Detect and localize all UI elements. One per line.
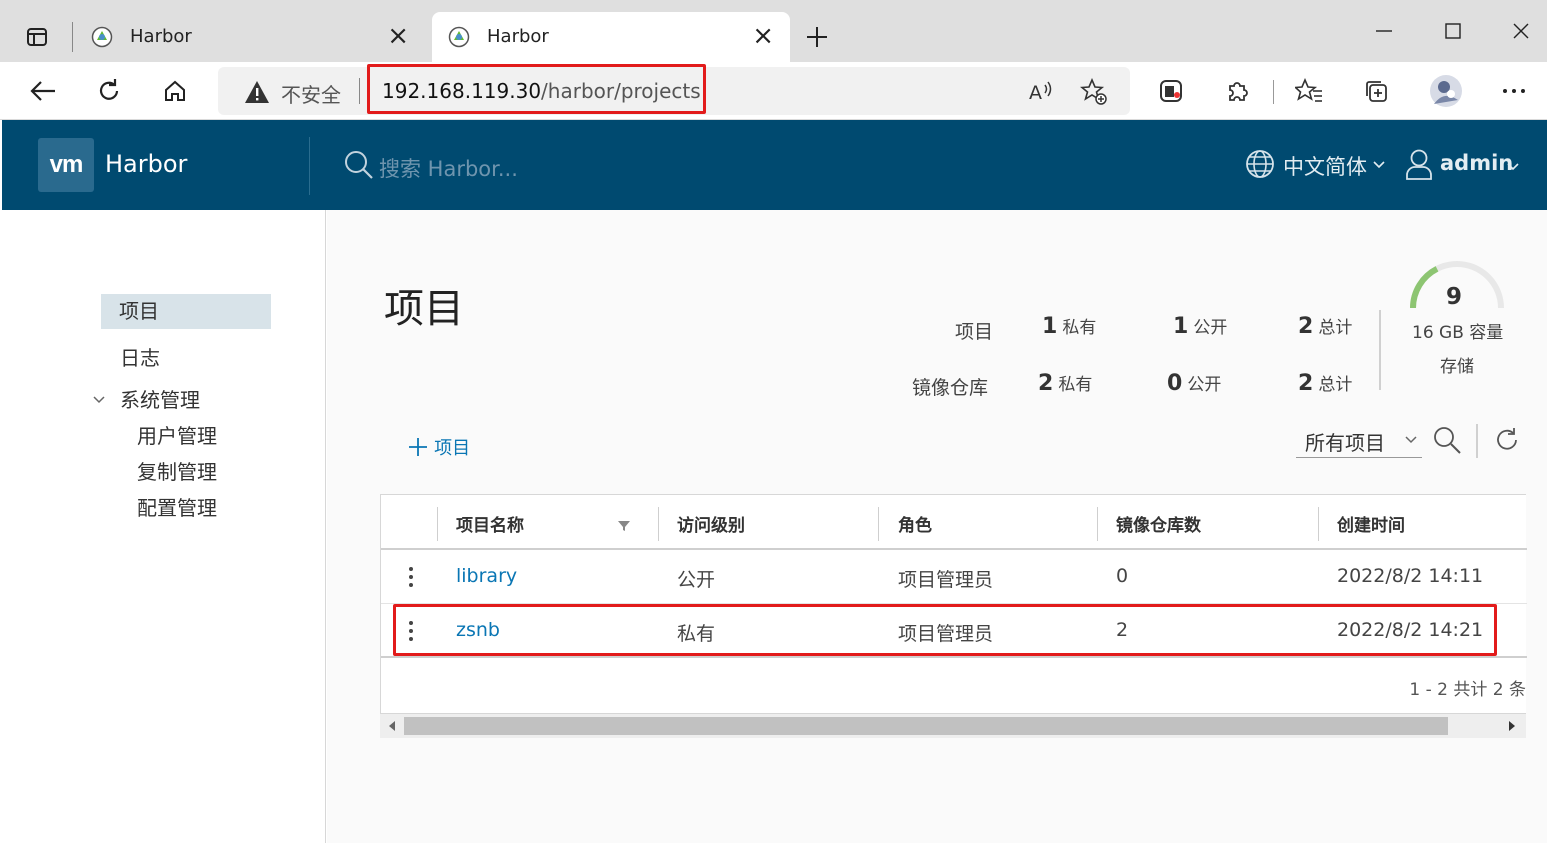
sidebar-item-logs[interactable]: 日志 bbox=[120, 342, 160, 371]
security-label[interactable]: 不安全 bbox=[281, 79, 341, 108]
browser-tab-strip: Harbor × Harbor × bbox=[0, 0, 1547, 62]
chevron-down-icon[interactable] bbox=[92, 390, 106, 409]
cell-access: 公开 bbox=[677, 569, 716, 591]
cell-created: 2022/8/2 14:11 bbox=[1337, 565, 1484, 587]
repos-public-stat: 0 公开 bbox=[1167, 371, 1222, 396]
search-icon[interactable] bbox=[344, 150, 374, 184]
add-favorite-icon[interactable] bbox=[1079, 77, 1108, 110]
repos-private-stat: 2 私有 bbox=[1038, 371, 1093, 396]
home-icon[interactable] bbox=[158, 74, 192, 108]
col-header-repo-count[interactable]: 镜像仓库数 bbox=[1116, 511, 1201, 536]
quota-count: 9 bbox=[1446, 284, 1463, 310]
table-row[interactable]: library 公开 项目管理员 0 2022/8/2 14:11 bbox=[381, 550, 1527, 604]
browser-tab-2-active[interactable]: Harbor × bbox=[432, 12, 790, 62]
browser-tab-1[interactable]: Harbor × bbox=[75, 12, 425, 62]
scroll-left-icon[interactable] bbox=[388, 720, 396, 732]
horizontal-scrollbar[interactable] bbox=[380, 714, 1526, 738]
projects-private-stat: 1 私有 bbox=[1042, 314, 1097, 339]
favorites-icon[interactable] bbox=[1292, 74, 1326, 108]
back-icon[interactable] bbox=[26, 74, 60, 108]
quota-label: 存储 bbox=[1440, 357, 1474, 377]
col-header-name[interactable]: 项目名称 bbox=[456, 511, 524, 536]
collections-icon[interactable] bbox=[1359, 74, 1393, 108]
quota-capacity: 16 GB 容量 bbox=[1412, 323, 1504, 343]
project-name-link[interactable]: library bbox=[456, 565, 517, 587]
summary-projects-label: 项目 bbox=[955, 321, 994, 343]
sidebar-item-projects[interactable]: 项目 bbox=[101, 294, 271, 329]
url-highlight-box bbox=[367, 64, 706, 114]
col-header-role[interactable]: 角色 bbox=[898, 511, 932, 536]
chevron-down-icon bbox=[1405, 436, 1417, 444]
close-tab-icon[interactable]: × bbox=[387, 22, 409, 50]
global-search-input[interactable]: 搜索 Harbor... bbox=[379, 153, 518, 183]
pagination-summary: 1 - 2 共计 2 条 bbox=[1409, 680, 1526, 700]
minimize-icon[interactable] bbox=[1367, 14, 1401, 48]
row-highlight-box bbox=[393, 604, 1497, 656]
col-header-access[interactable]: 访问级别 bbox=[677, 511, 745, 536]
extensions-icon[interactable] bbox=[1220, 74, 1254, 108]
globe-icon[interactable] bbox=[1245, 149, 1275, 183]
svg-text:A: A bbox=[1029, 82, 1042, 103]
sidebar: 项目 日志 系统管理 用户管理 复制管理 配置管理 bbox=[2, 210, 326, 843]
scrollbar-thumb[interactable] bbox=[404, 717, 1448, 735]
chevron-down-icon bbox=[1507, 156, 1519, 175]
profile-avatar[interactable] bbox=[1429, 74, 1463, 108]
search-icon[interactable] bbox=[1433, 426, 1461, 458]
app-brand[interactable]: Harbor bbox=[105, 150, 187, 178]
new-tab-icon[interactable] bbox=[800, 20, 834, 54]
col-header-created[interactable]: 创建时间 bbox=[1337, 511, 1405, 536]
tab-title: Harbor bbox=[487, 26, 549, 47]
sidebar-item-users[interactable]: 用户管理 bbox=[137, 420, 217, 449]
sidebar-item-admin[interactable]: 系统管理 bbox=[120, 384, 200, 413]
more-menu-icon[interactable] bbox=[1497, 74, 1531, 108]
scroll-right-icon[interactable] bbox=[1508, 720, 1516, 732]
harbor-favicon-icon bbox=[91, 26, 113, 48]
projects-public-stat: 1 公开 bbox=[1173, 314, 1228, 339]
tab-actions-icon[interactable] bbox=[20, 20, 54, 54]
cell-repo-count: 0 bbox=[1116, 565, 1129, 587]
summary-repos-label: 镜像仓库 bbox=[912, 377, 989, 399]
row-actions-icon[interactable] bbox=[408, 566, 414, 592]
page-title: 项目 bbox=[384, 286, 464, 332]
repos-total-stat: 2 总计 bbox=[1298, 371, 1353, 396]
language-selector[interactable]: 中文简体 bbox=[1283, 151, 1367, 181]
refresh-icon[interactable] bbox=[92, 74, 126, 108]
close-window-icon[interactable] bbox=[1504, 14, 1538, 48]
refresh-icon[interactable] bbox=[1494, 427, 1520, 457]
chevron-down-icon bbox=[1373, 154, 1385, 173]
vmware-logo[interactable]: vm bbox=[38, 138, 94, 192]
extension-badge-icon[interactable] bbox=[1154, 74, 1188, 108]
read-aloud-icon[interactable]: A bbox=[1028, 79, 1054, 107]
filter-icon[interactable] bbox=[617, 517, 631, 536]
projects-total-stat: 2 总计 bbox=[1298, 314, 1353, 339]
user-icon[interactable] bbox=[1405, 148, 1433, 184]
sidebar-item-configuration[interactable]: 配置管理 bbox=[137, 492, 217, 521]
harbor-favicon-icon bbox=[448, 26, 470, 48]
tab-title: Harbor bbox=[130, 26, 192, 47]
cell-role: 项目管理员 bbox=[898, 569, 994, 591]
maximize-icon[interactable] bbox=[1436, 14, 1470, 48]
plus-icon bbox=[409, 438, 427, 456]
project-filter-select[interactable]: 所有项目 bbox=[1296, 425, 1422, 458]
new-project-button[interactable]: 项目 bbox=[407, 434, 470, 460]
sidebar-item-replication[interactable]: 复制管理 bbox=[137, 456, 217, 485]
browser-toolbar: 不安全 192.168.119.30/harbor/projects A bbox=[0, 62, 1547, 120]
user-menu[interactable]: admin bbox=[1440, 151, 1513, 175]
app-header: vm Harbor 搜索 Harbor... 中文简体 admin bbox=[2, 120, 1547, 210]
close-tab-icon[interactable]: × bbox=[752, 22, 774, 50]
warning-icon[interactable] bbox=[244, 80, 270, 108]
